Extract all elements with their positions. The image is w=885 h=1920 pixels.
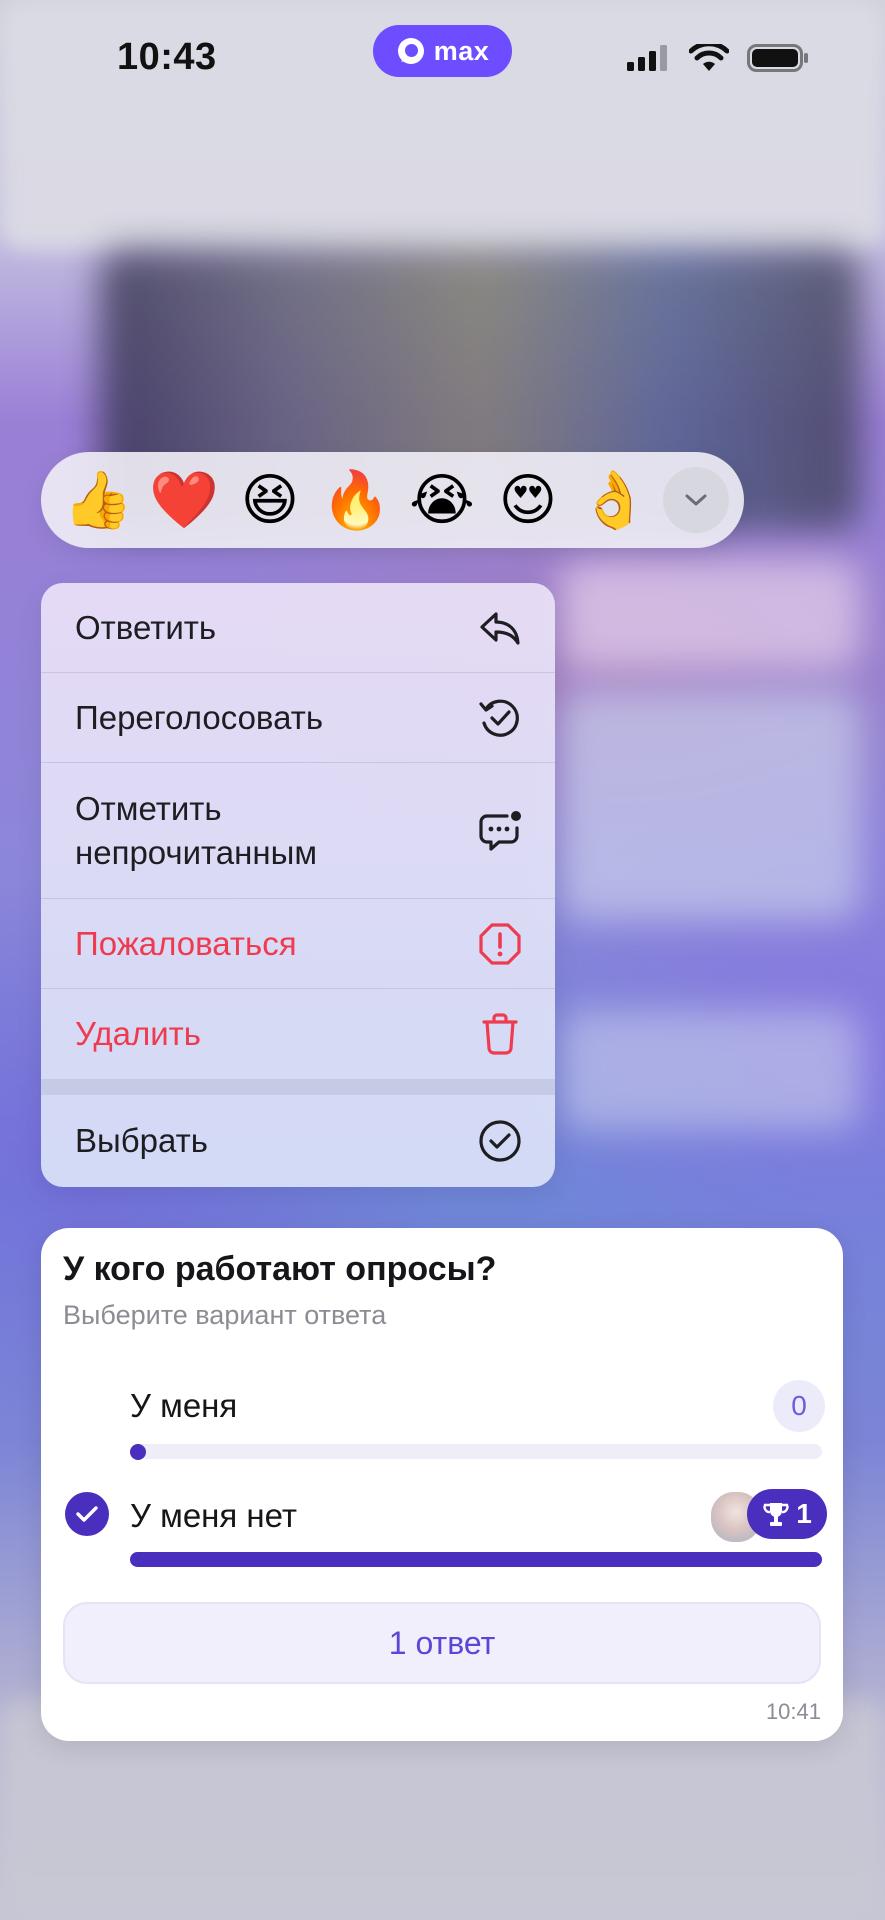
menu-item-label: Удалить xyxy=(75,1015,201,1052)
check-circle-icon xyxy=(477,1118,523,1164)
poll-hint: Выберите вариант ответа xyxy=(63,1300,387,1330)
reaction-heart-eyes[interactable]: 😍 xyxy=(485,457,571,543)
menu-item-label: Выбрать xyxy=(75,1122,208,1159)
menu-item-label: Отметить непрочитанным xyxy=(75,787,317,875)
report-icon xyxy=(477,921,523,967)
wifi-icon xyxy=(689,44,729,71)
context-menu: Ответить Переголосовать Отметить непрочи… xyxy=(41,583,555,1187)
battery-icon xyxy=(747,44,808,72)
menu-item-label: Ответить xyxy=(75,608,217,646)
max-logo-icon xyxy=(397,38,424,64)
message-time: 10:41 xyxy=(765,1699,821,1724)
menu-item-label-line1: Отметить xyxy=(75,789,222,827)
reactions-expand-button[interactable] xyxy=(663,467,729,533)
poll-option-label: У меня xyxy=(130,1387,238,1424)
unread-message-icon xyxy=(477,808,523,854)
status-time: 10:43 xyxy=(117,36,217,78)
menu-item-mark-unread[interactable]: Отметить непрочитанным xyxy=(41,763,555,899)
reaction-laughing-face[interactable]: 😆 xyxy=(227,457,313,543)
chevron-down-icon xyxy=(685,494,707,506)
menu-item-label: Переголосовать xyxy=(75,698,324,736)
vote-count-badge: 0 xyxy=(773,1380,825,1432)
view-answers-button[interactable]: 1 ответ xyxy=(63,1602,821,1684)
poll-message: У кого работают опросы? Выберите вариант… xyxy=(41,1228,843,1741)
app-pill[interactable]: max xyxy=(373,25,512,77)
poll-question: У кого работают опросы? xyxy=(63,1250,497,1288)
reaction-red-heart[interactable]: ❤️ xyxy=(141,457,227,543)
signal-icon xyxy=(627,45,667,71)
blurred-message-bubble xyxy=(560,560,860,670)
poll-option-label: У меня нет xyxy=(130,1497,298,1534)
trash-icon xyxy=(477,1011,523,1057)
reactions-bar: 👍 ❤️ 😆 🔥 😭 😍 👌 xyxy=(41,452,744,548)
trophy-icon xyxy=(763,1503,789,1526)
app-pill-label: max xyxy=(433,35,490,66)
blurred-message-bubble xyxy=(560,1010,860,1130)
status-icons xyxy=(627,44,809,72)
reply-icon xyxy=(477,605,523,651)
selected-check-icon xyxy=(65,1492,109,1536)
menu-item-select[interactable]: Выбрать xyxy=(41,1095,555,1187)
reaction-thumbs-up[interactable]: 👍 xyxy=(55,457,141,543)
winner-badge: 1 xyxy=(747,1489,827,1539)
menu-item-label: Пожаловаться xyxy=(75,924,297,962)
menu-separator xyxy=(41,1079,555,1095)
menu-item-delete[interactable]: Удалить xyxy=(41,989,555,1079)
menu-item-report[interactable]: Пожаловаться xyxy=(41,899,555,989)
status-bar: 10:43 max xyxy=(0,0,885,120)
screen: 10:43 max 👍 ❤️ 😆 🔥 😭 😍 👌 Ответить Перего… xyxy=(0,0,885,1920)
menu-item-reply[interactable]: Ответить xyxy=(41,583,555,673)
poll-option-progress xyxy=(130,1552,822,1567)
reaction-ok-hand[interactable]: 👌 xyxy=(571,457,657,543)
reaction-fire[interactable]: 🔥 xyxy=(313,457,399,543)
menu-item-label-line2: непрочитанным xyxy=(75,833,318,871)
poll-option-progress-fill xyxy=(130,1552,822,1567)
winner-vote-count: 1 xyxy=(796,1498,812,1529)
poll-option-progress-dot xyxy=(130,1444,146,1460)
poll-option-progress xyxy=(130,1444,822,1460)
menu-item-revote[interactable]: Переголосовать xyxy=(41,673,555,763)
revote-icon xyxy=(477,695,523,741)
reaction-crying-face[interactable]: 😭 xyxy=(399,457,485,543)
blurred-message-bubble xyxy=(560,690,860,920)
